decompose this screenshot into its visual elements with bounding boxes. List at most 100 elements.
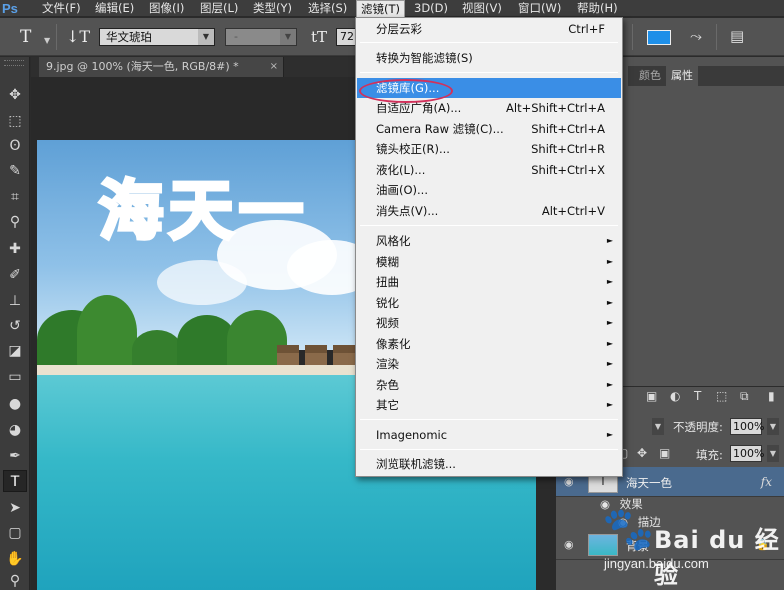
menu-item-label: 浏览联机滤镜... (376, 457, 456, 471)
lock-position-icon[interactable]: ▣ (659, 446, 670, 460)
menu-item-sharpen[interactable]: 锐化 ► (357, 293, 621, 313)
menu-item-label: 消失点(V)... (376, 204, 439, 218)
menu-item-camera-raw[interactable]: Camera Raw 滤镜(C)... Shift+Ctrl+A (357, 119, 621, 139)
menu-select[interactable]: 选择(S) (304, 0, 351, 17)
font-size-input[interactable]: 72 (336, 28, 356, 46)
shortcut-label: Ctrl+F (568, 22, 605, 36)
gradient-tool-icon[interactable]: ▭ (3, 366, 27, 388)
menu-item-label: 转换为智能滤镜(S) (376, 51, 473, 65)
rectangle-tool-icon[interactable]: ▢ (3, 522, 27, 544)
menu-3d[interactable]: 3D(D) (410, 0, 452, 17)
blur-tool-icon[interactable]: ● (3, 393, 27, 415)
chevron-down-icon[interactable]: ▼ (198, 29, 214, 45)
menu-item-imagenomic[interactable]: Imagenomic ► (357, 425, 621, 445)
menu-edit[interactable]: 编辑(E) (91, 0, 138, 17)
menu-item-stylize[interactable]: 风格化 ► (357, 231, 621, 251)
fill-label: 填充: (696, 448, 723, 462)
move-tool-icon[interactable]: ✥ (3, 84, 27, 106)
submenu-arrow-icon: ► (606, 380, 613, 389)
tab-color[interactable]: 颜色 (634, 66, 666, 86)
menu-item-difference-clouds[interactable]: 分层云彩 Ctrl+F (357, 19, 621, 39)
menu-item-label: 其它 (376, 398, 399, 412)
eyedropper-tool-icon[interactable]: ⚲ (3, 211, 27, 233)
menu-item-browse-online-filters[interactable]: 浏览联机滤镜... (357, 454, 621, 474)
type-tool-icon[interactable]: T (20, 27, 31, 47)
font-style-select[interactable]: - ▼ (225, 28, 297, 46)
chevron-down-icon[interactable]: ▼ (767, 445, 779, 462)
eye-icon[interactable]: ◉ (564, 538, 574, 551)
history-brush-tool-icon[interactable]: ↺ (3, 315, 27, 337)
font-family-select[interactable]: 华文琥珀 ▼ (99, 28, 215, 46)
pen-tool-icon[interactable]: ✒ (3, 445, 27, 467)
menu-help[interactable]: 帮助(H) (573, 0, 622, 17)
chevron-down-icon[interactable]: ▼ (767, 418, 779, 435)
chevron-down-icon[interactable]: ▼ (280, 29, 296, 45)
close-icon[interactable]: × (270, 57, 278, 76)
layer-name: 海天一色 (626, 476, 672, 490)
menu-item-oil-paint[interactable]: 油画(O)... (357, 180, 621, 200)
document-tab-bar: 9.jpg @ 100% (海天一色, RGB/8#) * × (31, 57, 356, 77)
menu-file[interactable]: 文件(F) (38, 0, 85, 17)
eraser-tool-icon[interactable]: ◪ (3, 340, 27, 362)
hand-tool-icon[interactable]: ✋ (3, 548, 27, 570)
text-color-swatch[interactable] (647, 30, 671, 45)
fx-icon[interactable]: fx (761, 475, 772, 489)
menu-layer[interactable]: 图层(L) (196, 0, 242, 17)
menu-item-vanishing-point[interactable]: 消失点(V)... Alt+Ctrl+V (357, 201, 621, 221)
panel-grip[interactable] (4, 60, 24, 66)
menu-item-label: 分层云彩 (376, 22, 422, 36)
menu-view[interactable]: 视图(V) (458, 0, 506, 17)
brush-tool-icon[interactable]: ✐ (3, 264, 27, 286)
menu-item-convert-smart-filter[interactable]: 转换为智能滤镜(S) (357, 48, 621, 68)
marquee-tool-icon[interactable]: ⬚ (3, 110, 27, 132)
menu-image[interactable]: 图像(I) (145, 0, 188, 17)
clone-stamp-tool-icon[interactable]: ⊥ (3, 290, 27, 312)
menu-item-pixelate[interactable]: 像素化 ► (357, 334, 621, 354)
chevron-down-icon[interactable]: ▼ (44, 36, 50, 45)
menu-item-label: 扭曲 (376, 275, 399, 289)
type-filter-icon[interactable]: T (694, 389, 701, 403)
crop-tool-icon[interactable]: ⌗ (3, 186, 27, 208)
menu-window[interactable]: 窗口(W) (514, 0, 565, 17)
path-select-tool-icon[interactable]: ➤ (3, 497, 27, 519)
submenu-arrow-icon: ► (606, 257, 613, 266)
lasso-tool-icon[interactable]: ʘ (3, 135, 27, 157)
document-tab[interactable]: 9.jpg @ 100% (海天一色, RGB/8#) * × (39, 57, 284, 77)
fill-input[interactable]: 100% (730, 445, 764, 462)
warp-text-icon[interactable]: ⤳ (690, 27, 702, 45)
submenu-arrow-icon: ► (606, 318, 613, 327)
headline-text-layer: 海天一 (97, 173, 309, 251)
healing-brush-tool-icon[interactable]: ✚ (3, 238, 27, 260)
type-tool-icon[interactable]: T (3, 470, 27, 492)
menu-item-distort[interactable]: 扭曲 ► (357, 272, 621, 292)
divider (632, 24, 633, 50)
circle-half-icon[interactable]: ◐ (670, 389, 680, 403)
opacity-input[interactable]: 100% (730, 418, 764, 435)
menu-item-lens-correction[interactable]: 镜头校正(R)... Shift+Ctrl+R (357, 139, 621, 159)
shape-filter-icon[interactable]: ⬚ (716, 389, 727, 403)
tab-properties[interactable]: 属性 (666, 66, 698, 86)
image-filter-icon[interactable]: ▣ (646, 389, 657, 403)
menu-filter[interactable]: 滤镜(T) (356, 0, 405, 17)
menu-item-video[interactable]: 视频 ► (357, 313, 621, 333)
toggle-icon[interactable]: ▮ (768, 389, 775, 403)
menu-type[interactable]: 类型(Y) (249, 0, 296, 17)
divider (56, 24, 57, 50)
dodge-tool-icon[interactable]: ◕ (3, 419, 27, 441)
text-orientation-icon[interactable]: ↓T (66, 27, 90, 46)
menu-item-label: 自适应广角(A)... (376, 101, 462, 115)
menu-item-other[interactable]: 其它 ► (357, 395, 621, 415)
menu-item-render[interactable]: 渲染 ► (357, 354, 621, 374)
menu-item-noise[interactable]: 杂色 ► (357, 375, 621, 395)
watermark-url: jingyan.baidu.com (604, 556, 709, 571)
submenu-arrow-icon: ► (606, 400, 613, 409)
chevron-down-icon[interactable]: ▼ (652, 418, 664, 435)
menu-item-liquify[interactable]: 液化(L)... Shift+Ctrl+X (357, 160, 621, 180)
character-panel-icon[interactable]: ▤ (730, 27, 744, 45)
menu-item-blur[interactable]: 模糊 ► (357, 252, 621, 272)
quick-select-tool-icon[interactable]: ✎ (3, 160, 27, 182)
zoom-tool-icon[interactable]: ⚲ (3, 570, 27, 590)
smart-object-filter-icon[interactable]: ⧉ (740, 389, 749, 404)
move-icon[interactable]: ✥ (637, 446, 647, 460)
menu-separator (360, 72, 618, 73)
